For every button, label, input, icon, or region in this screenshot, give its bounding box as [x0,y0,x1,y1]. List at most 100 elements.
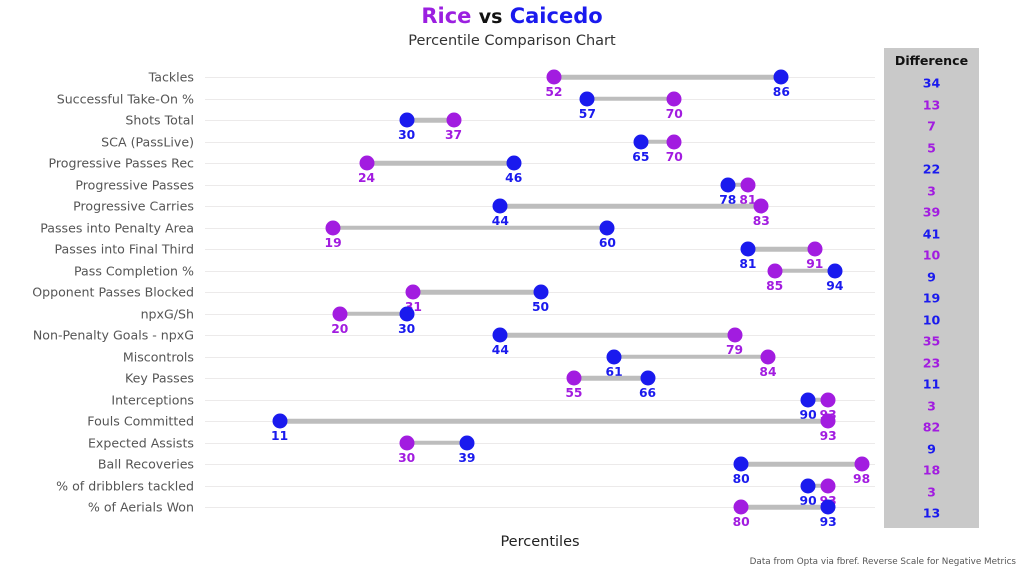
value-label-player-one: 85 [766,278,784,293]
data-point-player-two[interactable] [599,220,615,235]
data-point-player-one[interactable] [807,241,823,257]
data-point-player-one[interactable] [546,69,562,85]
y-axis-category-label: Non-Penalty Goals - npxG [32,327,194,343]
data-point-player-one[interactable] [820,478,836,493]
y-axis-category-label: Interceptions [111,392,194,407]
data-point-player-one[interactable] [733,499,749,515]
value-label-player-one: 83 [752,214,770,228]
y-axis-category-label: Pass Completion % [74,263,194,278]
value-label-player-two: 94 [826,278,844,293]
gridline [205,163,875,164]
gridline [205,184,875,186]
data-point-player-one[interactable] [727,327,742,343]
value-label-player-two: 39 [458,450,476,465]
data-point-player-two[interactable] [579,91,595,106]
data-point-player-one[interactable] [740,177,756,192]
data-point-player-one[interactable] [820,413,836,429]
y-axis-category-label: Progressive Passes [75,177,194,192]
y-axis-category-label: Ball Recoveries [97,456,194,472]
data-point-player-two[interactable] [459,435,475,450]
data-point-player-one[interactable] [405,284,421,300]
difference-value: 23 [922,355,941,370]
value-label-player-one: 37 [444,128,463,142]
connector-line [413,289,541,295]
value-label-player-one: 93 [819,429,837,443]
difference-value: 18 [922,462,941,478]
data-point-player-two[interactable] [800,478,816,493]
gridline [205,485,875,487]
data-point-player-one[interactable] [325,220,341,235]
difference-value: 7 [927,118,936,134]
difference-column-header: Difference [894,53,969,68]
data-point-player-two[interactable] [399,112,415,128]
data-point-player-one[interactable] [767,263,783,278]
connector-line [279,418,829,424]
y-axis-category-label: Passes into Penalty Area [40,220,194,235]
data-point-player-one[interactable] [666,91,682,106]
data-point-player-two[interactable] [640,370,656,386]
value-label-player-two: 46 [505,171,523,185]
data-point-player-two[interactable] [399,306,415,321]
data-point-player-two[interactable] [492,327,508,343]
y-axis-category-label: Passes into Final Third [54,241,194,257]
data-point-player-one[interactable] [820,392,836,407]
value-label-player-one: 19 [324,235,342,250]
data-point-player-two[interactable] [800,392,816,407]
y-axis-category-label: npxG/Sh [140,306,194,321]
data-point-player-two[interactable] [606,349,622,364]
value-label-player-two: 30 [398,128,416,142]
difference-value: 82 [922,419,941,435]
data-point-player-two[interactable] [733,456,749,472]
value-label-player-one: 70 [665,149,683,164]
value-label-player-two: 50 [531,300,550,314]
gridline [205,98,875,100]
y-axis-category-label: Tackles [148,69,194,85]
difference-value: 39 [922,204,941,220]
difference-value: 3 [927,183,936,198]
data-point-player-two[interactable] [506,155,522,171]
data-point-player-one[interactable] [854,456,870,472]
y-axis-category-label: SCA (PassLive) [101,134,194,149]
difference-value: 11 [922,376,941,392]
x-axis-label: Percentiles [500,534,580,550]
value-label-player-two: 60 [598,235,616,250]
data-point-player-two[interactable] [720,177,736,192]
data-point-player-one[interactable] [760,349,776,364]
connector-line [553,74,782,80]
data-point-player-two[interactable] [740,241,756,257]
data-point-player-two[interactable] [533,284,548,300]
value-label-player-two: 57 [578,106,596,121]
data-point-player-two[interactable] [820,499,836,515]
connector-line [587,96,675,101]
data-point-player-two[interactable] [272,413,288,429]
value-label-player-two: 80 [732,472,750,486]
data-point-player-two[interactable] [492,198,508,214]
connector-line [614,354,768,359]
difference-value: 34 [922,75,941,91]
data-point-player-two[interactable] [827,263,843,278]
difference-value: 5 [927,140,936,155]
data-point-player-two[interactable] [633,134,649,149]
y-axis-category-label: Fouls Committed [87,413,194,429]
gridline [205,442,875,444]
data-point-player-two[interactable] [773,69,789,85]
y-axis-category-label: % of dribblers tackled [56,478,194,493]
value-label-player-one: 84 [759,364,777,379]
difference-value: 9 [927,269,936,284]
difference-value: 10 [922,312,941,327]
difference-value: 10 [922,247,941,263]
data-point-player-one[interactable] [666,134,682,149]
value-label-player-one: 55 [565,386,583,400]
difference-value: 22 [922,161,941,177]
difference-value: 41 [922,226,941,241]
data-point-player-one[interactable] [399,435,415,450]
data-point-player-one[interactable] [359,155,375,171]
data-point-player-one[interactable] [566,370,582,386]
difference-value: 13 [922,505,941,521]
data-point-player-one[interactable] [332,306,348,321]
data-point-player-one[interactable] [446,112,462,128]
data-point-player-one[interactable] [753,198,769,214]
value-label-player-two: 81 [739,257,757,271]
value-label-player-one: 70 [665,106,683,121]
value-label-player-one: 24 [357,171,376,185]
